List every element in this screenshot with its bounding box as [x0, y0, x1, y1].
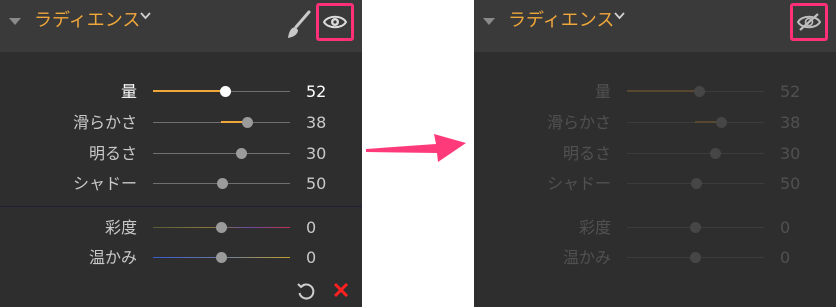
- slider-track: [627, 86, 764, 97]
- slider-shadow: シャドー 50: [0, 172, 362, 196]
- slider-saturation: 彩度 0: [474, 216, 836, 240]
- slider-value: 0: [306, 218, 317, 237]
- slider-track: [627, 117, 764, 128]
- panel-title[interactable]: ラディエンス: [508, 9, 614, 33]
- radiance-panel-active: ラディエンス 量 52 滑らかさ 38 明るさ 30 シャドー 50 彩度 0 …: [0, 0, 362, 307]
- slider-shadow: シャドー 50: [474, 172, 836, 196]
- slider-fill: [153, 90, 225, 92]
- slider-smoothness: 滑らかさ 38: [474, 111, 836, 135]
- slider-label: 明るさ: [562, 144, 611, 163]
- slider-track[interactable]: [153, 148, 290, 159]
- slider-track: [627, 148, 764, 159]
- slider-label: 滑らかさ: [72, 113, 137, 132]
- slider-value: 0: [780, 248, 791, 267]
- close-icon[interactable]: [333, 282, 349, 298]
- undo-icon[interactable]: [296, 281, 316, 301]
- slider-amount: 量 52: [474, 80, 836, 104]
- slider-brightness: 明るさ 30: [474, 142, 836, 166]
- slider-knob: [716, 117, 727, 128]
- slider-value: 50: [306, 174, 327, 193]
- slider-value: 38: [306, 113, 327, 132]
- arrow-right-icon: [366, 134, 466, 162]
- slider-label: 量: [594, 82, 611, 101]
- slider-value: 0: [780, 218, 791, 237]
- slider-value: 0: [306, 248, 317, 267]
- slider-knob: [691, 178, 702, 189]
- slider-knob[interactable]: [236, 148, 247, 159]
- slider-value: 30: [780, 144, 801, 163]
- slider-value: 52: [306, 82, 327, 101]
- panel-header: ラディエンス: [474, 0, 836, 52]
- eye-icon: [323, 15, 347, 29]
- slider-knob: [710, 148, 721, 159]
- slider-track[interactable]: [153, 117, 290, 128]
- slider-knob[interactable]: [242, 117, 253, 128]
- collapse-caret-icon[interactable]: [9, 18, 21, 25]
- slider-warmth: 温かみ 0: [474, 246, 836, 270]
- slider-knob: [690, 222, 701, 233]
- slider-knob: [694, 86, 705, 97]
- slider-smoothness: 滑らかさ 38: [0, 111, 362, 135]
- slider-value: 52: [780, 82, 801, 101]
- slider-track[interactable]: [153, 252, 290, 263]
- slider-label: 明るさ: [88, 144, 137, 163]
- slider-label: 彩度: [104, 218, 137, 237]
- slider-label: 温かみ: [88, 248, 137, 267]
- slider-knob[interactable]: [217, 178, 228, 189]
- section-divider: [0, 206, 362, 207]
- eye-slash-icon: [797, 13, 821, 31]
- slider-track[interactable]: [153, 178, 290, 189]
- slider-label: 温かみ: [562, 248, 611, 267]
- slider-amount: 量 52: [0, 80, 362, 104]
- slider-saturation: 彩度 0: [0, 216, 362, 240]
- slider-label: シャドー: [72, 174, 137, 193]
- slider-label: 彩度: [578, 218, 611, 237]
- slider-value: 38: [780, 113, 801, 132]
- slider-brightness: 明るさ 30: [0, 142, 362, 166]
- slider-value: 50: [780, 174, 801, 193]
- slider-knob[interactable]: [216, 252, 227, 263]
- dimmed-controls: 量 52 滑らかさ 38 明るさ 30 シャドー 50 彩度 0 温かみ 0: [474, 52, 836, 307]
- slider-track: [627, 222, 764, 233]
- slider-knob[interactable]: [220, 86, 231, 97]
- slider-knob: [690, 252, 701, 263]
- slider-label: シャドー: [546, 174, 611, 193]
- brush-icon[interactable]: [284, 10, 312, 40]
- visibility-toggle-button[interactable]: [316, 3, 354, 41]
- visibility-toggle-button[interactable]: [790, 3, 828, 41]
- slider-track: [627, 178, 764, 189]
- slider-value: 30: [306, 144, 327, 163]
- panel-title[interactable]: ラディエンス: [34, 9, 140, 33]
- slider-warmth: 温かみ 0: [0, 246, 362, 270]
- panel-header: ラディエンス: [0, 0, 362, 52]
- chevron-down-icon[interactable]: [614, 12, 625, 20]
- slider-fill: [627, 90, 699, 92]
- slider-track[interactable]: [153, 222, 290, 233]
- chevron-down-icon[interactable]: [140, 12, 151, 20]
- slider-track: [627, 252, 764, 263]
- slider-label: 量: [120, 82, 137, 101]
- radiance-panel-hidden: ラディエンス 量 52 滑らかさ 38 明るさ 30 シャドー 50 彩度 0 …: [474, 0, 836, 307]
- slider-track[interactable]: [153, 86, 290, 97]
- collapse-caret-icon[interactable]: [483, 18, 495, 25]
- slider-label: 滑らかさ: [546, 113, 611, 132]
- slider-knob[interactable]: [216, 222, 227, 233]
